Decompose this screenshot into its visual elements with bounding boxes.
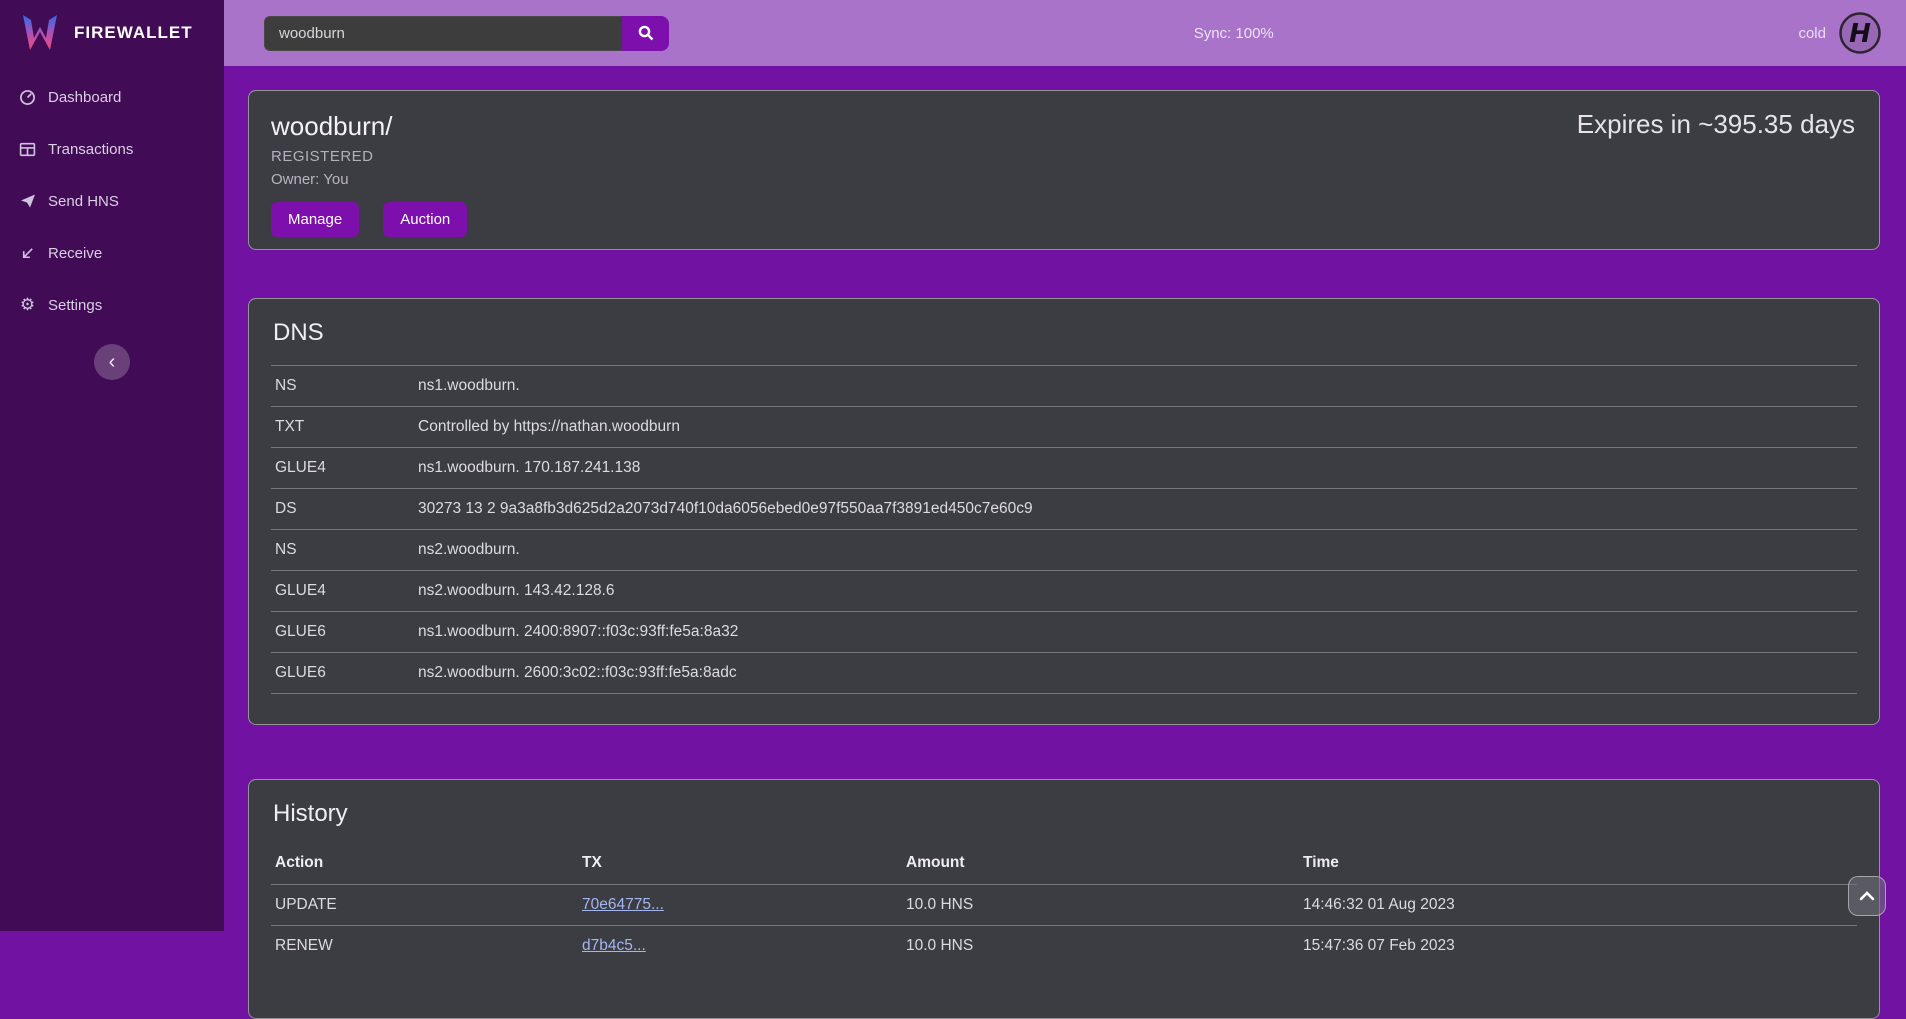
sidebar-nav: Dashboard Transactions Send HNS — [0, 82, 224, 320]
sidebar-item-label: Receive — [48, 245, 102, 262]
sidebar-item-label: Dashboard — [48, 89, 121, 106]
dns-record-value: 30273 13 2 9a3a8fb3d625d2a2073d740f10da6… — [414, 489, 1857, 530]
domain-status-badge: REGISTERED — [271, 148, 1857, 165]
sidebar-collapse-button[interactable]: ‹ — [94, 344, 130, 380]
dns-record-type: GLUE4 — [271, 448, 414, 489]
send-icon — [18, 193, 37, 209]
topbar: Sync: 100% cold H — [224, 0, 1906, 66]
sidebar-item-label: Settings — [48, 297, 102, 314]
history-time: 15:47:36 07 Feb 2023 — [1299, 926, 1857, 967]
sidebar-item-send-hns[interactable]: Send HNS — [0, 186, 224, 216]
gauge-icon — [18, 89, 37, 106]
svg-text:H: H — [1849, 19, 1871, 49]
manage-button[interactable]: Manage — [271, 202, 359, 237]
domain-owner: Owner: You — [271, 171, 1857, 188]
tx-link[interactable]: 70e64775... — [582, 896, 664, 913]
dns-record-type: NS — [271, 530, 414, 571]
history-col-tx: TX — [578, 846, 902, 885]
dns-record-row: GLUE4 ns2.woodburn. 143.42.128.6 — [271, 571, 1857, 612]
dns-record-type: NS — [271, 366, 414, 407]
expires-label: Expires in ~395.35 days — [1577, 109, 1855, 140]
sidebar-item-settings[interactable]: ⚙ Settings — [0, 290, 224, 320]
dns-record-type: DS — [271, 489, 414, 530]
dns-record-value: Controlled by https://nathan.woodburn — [414, 407, 1857, 448]
dns-record-row: DS 30273 13 2 9a3a8fb3d625d2a2073d740f10… — [271, 489, 1857, 530]
dns-record-type: GLUE6 — [271, 612, 414, 653]
dns-record-row: TXT Controlled by https://nathan.woodbur… — [271, 407, 1857, 448]
dns-record-row: GLUE6 ns1.woodburn. 2400:8907::f03c:93ff… — [271, 612, 1857, 653]
history-row: RENEW d7b4c5... 10.0 HNS 15:47:36 07 Feb… — [271, 926, 1857, 967]
history-col-action: Action — [271, 846, 578, 885]
dns-record-type: GLUE6 — [271, 653, 414, 694]
history-action: UPDATE — [271, 885, 578, 926]
sidebar-item-label: Send HNS — [48, 193, 119, 210]
wallet-name: cold — [1798, 25, 1826, 42]
search-button[interactable] — [622, 16, 669, 51]
sidebar-item-label: Transactions — [48, 141, 133, 158]
history-card-title: History — [273, 800, 1857, 828]
dns-table: NS ns1.woodburn. TXT Controlled by https… — [271, 365, 1857, 694]
dns-record-type: GLUE4 — [271, 571, 414, 612]
dns-record-row: NS ns1.woodburn. — [271, 366, 1857, 407]
firewallet-logo-icon — [20, 14, 60, 52]
chevron-up-icon — [1859, 891, 1875, 901]
dns-card: DNS NS ns1.woodburn. TXT Controlled by h… — [248, 298, 1880, 725]
history-card: History Action TX Amount Time UPDATE 70e… — [248, 779, 1880, 1019]
history-time: 14:46:32 01 Aug 2023 — [1299, 885, 1857, 926]
brand-name: FIREWALLET — [74, 23, 193, 43]
dns-record-value: ns2.woodburn. 2600:3c02::f03c:93ff:fe5a:… — [414, 653, 1857, 694]
history-row: UPDATE 70e64775... 10.0 HNS 14:46:32 01 … — [271, 885, 1857, 926]
brand: FIREWALLET — [0, 0, 224, 66]
dns-record-row: NS ns2.woodburn. — [271, 530, 1857, 571]
dns-record-value: ns1.woodburn. — [414, 366, 1857, 407]
sync-status: Sync: 100% — [669, 25, 1798, 42]
table-icon — [18, 141, 37, 158]
dns-record-value: ns1.woodburn. 170.187.241.138 — [414, 448, 1857, 489]
dns-record-row: GLUE6 ns2.woodburn. 2600:3c02::f03c:93ff… — [271, 653, 1857, 694]
history-col-amount: Amount — [902, 846, 1299, 885]
history-action: RENEW — [271, 926, 578, 967]
dns-record-value: ns2.woodburn. 143.42.128.6 — [414, 571, 1857, 612]
wallet-selector[interactable]: cold H — [1798, 11, 1882, 55]
dns-record-type: TXT — [271, 407, 414, 448]
dns-record-value: ns2.woodburn. — [414, 530, 1857, 571]
sidebar: FIREWALLET Dashboard Transactions — [0, 0, 224, 931]
history-table: Action TX Amount Time UPDATE 70e64775...… — [271, 846, 1857, 966]
dns-card-title: DNS — [273, 319, 1857, 347]
history-amount: 10.0 HNS — [902, 926, 1299, 967]
handshake-logo-icon: H — [1838, 11, 1882, 55]
receive-arrow-icon — [18, 246, 37, 261]
search-icon — [637, 24, 655, 42]
sidebar-item-receive[interactable]: Receive — [0, 238, 224, 268]
dns-record-value: ns1.woodburn. 2400:8907::f03c:93ff:fe5a:… — [414, 612, 1857, 653]
chevron-left-icon: ‹ — [109, 351, 116, 373]
history-col-time: Time — [1299, 846, 1857, 885]
sidebar-item-dashboard[interactable]: Dashboard — [0, 82, 224, 112]
auction-button[interactable]: Auction — [383, 202, 467, 237]
gear-icon: ⚙ — [18, 295, 37, 315]
scroll-to-top-button[interactable] — [1848, 876, 1886, 916]
domain-card: woodburn/ REGISTERED Owner: You Manage A… — [248, 90, 1880, 250]
sidebar-item-transactions[interactable]: Transactions — [0, 134, 224, 164]
tx-link[interactable]: d7b4c5... — [582, 937, 646, 954]
search-group — [264, 16, 669, 51]
history-amount: 10.0 HNS — [902, 885, 1299, 926]
main-content: woodburn/ REGISTERED Owner: You Manage A… — [224, 66, 1906, 1019]
search-input[interactable] — [264, 16, 622, 51]
dns-record-row: GLUE4 ns1.woodburn. 170.187.241.138 — [271, 448, 1857, 489]
history-header-row: Action TX Amount Time — [271, 846, 1857, 885]
